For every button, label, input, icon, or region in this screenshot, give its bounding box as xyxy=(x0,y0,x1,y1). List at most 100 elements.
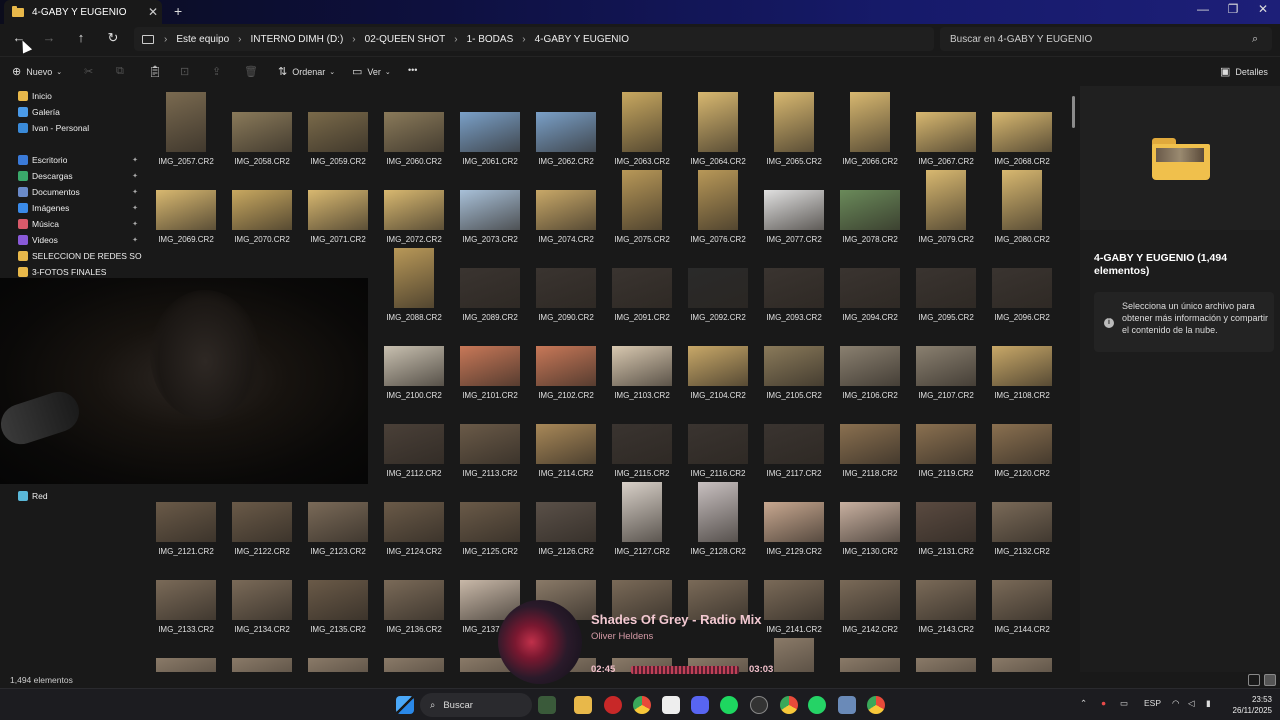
wifi-icon[interactable]: ◠ xyxy=(1172,698,1179,709)
large-icons-view-button[interactable] xyxy=(1264,674,1276,686)
battery-icon[interactable]: ▮ xyxy=(1206,698,1211,709)
file-thumbnail[interactable]: IMG_2095.CR2 xyxy=(908,246,984,322)
file-thumbnail[interactable] xyxy=(148,636,224,672)
file-thumbnail[interactable]: IMG_2135.CR2 xyxy=(300,558,376,634)
file-thumbnail[interactable]: IMG_2078.CR2 xyxy=(832,168,908,244)
notion-icon[interactable] xyxy=(662,696,680,714)
more-options-button[interactable]: ••• xyxy=(408,65,417,75)
settings-icon[interactable] xyxy=(838,696,856,714)
sidebar-item[interactable]: Videos ✦ xyxy=(18,232,142,248)
file-thumbnail[interactable]: IMG_2075.CR2 xyxy=(604,168,680,244)
file-thumbnail[interactable]: IMG_2090.CR2 xyxy=(528,246,604,322)
file-thumbnail[interactable]: IMG_2128.CR2 xyxy=(680,480,756,556)
file-thumbnail[interactable] xyxy=(908,636,984,672)
discord-icon[interactable] xyxy=(691,696,709,714)
file-thumbnail[interactable]: IMG_2080.CR2 xyxy=(984,168,1060,244)
file-thumbnail[interactable]: IMG_2133.CR2 xyxy=(148,558,224,634)
sidebar-item[interactable]: Escritorio ✦ xyxy=(18,152,142,168)
spotify-icon[interactable] xyxy=(720,696,738,714)
file-thumbnail[interactable] xyxy=(832,636,908,672)
taskbar-search[interactable]: ⌕ Buscar xyxy=(420,693,532,717)
address-bar[interactable]: › Este equipo › INTERNO DIMH (D:) › 02-QUE… xyxy=(134,27,934,51)
file-thumbnail[interactable]: IMG_2088.CR2 xyxy=(376,246,452,322)
system-clock[interactable]: 23:53 26/11/2025 xyxy=(1228,694,1272,716)
microphone-tray-icon[interactable]: ● xyxy=(1101,698,1106,708)
file-thumbnail[interactable]: IMG_2103.CR2 xyxy=(604,324,680,400)
file-thumbnail[interactable]: IMG_2124.CR2 xyxy=(376,480,452,556)
cut-button[interactable]: ✂ xyxy=(84,65,98,78)
search-box[interactable]: Buscar en 4-GABY Y EUGENIO ⌕ xyxy=(940,27,1272,51)
file-thumbnail[interactable]: IMG_2108.CR2 xyxy=(984,324,1060,400)
file-thumbnail[interactable]: IMG_2068.CR2 xyxy=(984,90,1060,166)
sidebar-item[interactable]: Imágenes ✦ xyxy=(18,200,142,216)
file-thumbnail[interactable]: IMG_2112.CR2 xyxy=(376,402,452,478)
file-thumbnail[interactable]: IMG_2114.CR2 xyxy=(528,402,604,478)
file-thumbnail[interactable]: IMG_2127.CR2 xyxy=(604,480,680,556)
scrollbar-thumb[interactable] xyxy=(1072,96,1075,128)
sidebar-item[interactable]: Música ✦ xyxy=(18,216,142,232)
breadcrumb-item[interactable]: INTERNO DIMH (D:) xyxy=(251,34,344,45)
delete-button[interactable]: 🗑︎ xyxy=(244,65,263,78)
file-thumbnail[interactable]: IMG_2130.CR2 xyxy=(832,480,908,556)
file-thumbnail[interactable]: IMG_2102.CR2 xyxy=(528,324,604,400)
file-thumbnail[interactable]: IMG_2065.CR2 xyxy=(756,90,832,166)
file-thumbnail[interactable] xyxy=(224,636,300,672)
sidebar-item[interactable]: Galería xyxy=(18,104,142,120)
windows-start-icon[interactable] xyxy=(396,696,414,714)
file-thumbnail[interactable]: IMG_2061.CR2 xyxy=(452,90,528,166)
breadcrumb-item[interactable]: Este equipo xyxy=(176,34,229,45)
file-thumbnail[interactable]: IMG_2089.CR2 xyxy=(452,246,528,322)
file-thumbnail[interactable]: IMG_2059.CR2 xyxy=(300,90,376,166)
file-thumbnail[interactable]: IMG_2092.CR2 xyxy=(680,246,756,322)
file-thumbnail[interactable] xyxy=(376,636,452,672)
tab-close-button[interactable]: ✕ xyxy=(144,5,162,19)
file-thumbnail[interactable]: IMG_2073.CR2 xyxy=(452,168,528,244)
file-thumbnail[interactable]: IMG_2058.CR2 xyxy=(224,90,300,166)
minimize-button[interactable]: — xyxy=(1188,2,1218,16)
file-thumbnail[interactable]: IMG_2136.CR2 xyxy=(376,558,452,634)
file-thumbnail[interactable]: IMG_2143.CR2 xyxy=(908,558,984,634)
file-thumbnail[interactable]: IMG_2057.CR2 xyxy=(148,90,224,166)
file-thumbnail[interactable]: IMG_2094.CR2 xyxy=(832,246,908,322)
file-thumbnail[interactable] xyxy=(984,636,1060,672)
maximize-button[interactable]: ❐ xyxy=(1218,2,1248,16)
chrome-icon[interactable] xyxy=(633,696,651,714)
file-thumbnail[interactable]: IMG_2063.CR2 xyxy=(604,90,680,166)
share-button[interactable]: ⇪ xyxy=(212,65,226,78)
file-thumbnail[interactable]: IMG_2129.CR2 xyxy=(756,480,832,556)
file-thumbnail[interactable]: IMG_2104.CR2 xyxy=(680,324,756,400)
file-thumbnail[interactable]: IMG_2077.CR2 xyxy=(756,168,832,244)
file-thumbnail[interactable]: IMG_2134.CR2 xyxy=(224,558,300,634)
file-thumbnail[interactable]: IMG_2093.CR2 xyxy=(756,246,832,322)
file-thumbnail[interactable]: IMG_2115.CR2 xyxy=(604,402,680,478)
file-thumbnail[interactable]: IMG_2072.CR2 xyxy=(376,168,452,244)
volume-icon[interactable]: ◁ xyxy=(1188,698,1195,709)
file-thumbnail[interactable]: IMG_2119.CR2 xyxy=(908,402,984,478)
sidebar-item[interactable]: SELECCION DE REDES SOCIALES xyxy=(18,248,142,264)
file-thumbnail[interactable]: IMG_2067.CR2 xyxy=(908,90,984,166)
copy-button[interactable]: ⧉ xyxy=(116,65,129,78)
chrome-alt-icon[interactable] xyxy=(867,696,885,714)
chrome-profile-icon[interactable] xyxy=(780,696,798,714)
sort-button[interactable]: ⇅ Ordenar ⌄ xyxy=(278,65,335,78)
file-thumbnail[interactable]: IMG_2121.CR2 xyxy=(148,480,224,556)
file-thumbnail[interactable]: IMG_2117.CR2 xyxy=(756,402,832,478)
file-thumbnail[interactable]: IMG_2091.CR2 xyxy=(604,246,680,322)
chevron-up-icon[interactable]: ⌃ xyxy=(1080,698,1087,709)
file-thumbnail[interactable]: IMG_2120.CR2 xyxy=(984,402,1060,478)
file-thumbnail[interactable]: IMG_2100.CR2 xyxy=(376,324,452,400)
file-thumbnail[interactable]: IMG_2131.CR2 xyxy=(908,480,984,556)
file-thumbnail[interactable]: IMG_2060.CR2 xyxy=(376,90,452,166)
details-view-button[interactable] xyxy=(1248,674,1260,686)
view-button[interactable]: ▭ Ver ⌄ xyxy=(352,65,391,78)
file-thumbnail[interactable]: IMG_2074.CR2 xyxy=(528,168,604,244)
opera-icon[interactable] xyxy=(604,696,622,714)
close-window-button[interactable]: ✕ xyxy=(1248,2,1278,16)
file-thumbnail[interactable]: IMG_2106.CR2 xyxy=(832,324,908,400)
file-thumbnail[interactable]: IMG_2107.CR2 xyxy=(908,324,984,400)
new-button[interactable]: ⊕ Nuevo ⌄ xyxy=(12,65,62,78)
file-thumbnail[interactable]: IMG_2132.CR2 xyxy=(984,480,1060,556)
file-thumbnail[interactable]: IMG_2123.CR2 xyxy=(300,480,376,556)
file-thumbnail[interactable]: IMG_2064.CR2 xyxy=(680,90,756,166)
breadcrumb-item[interactable]: 1- BODAS xyxy=(467,34,514,45)
